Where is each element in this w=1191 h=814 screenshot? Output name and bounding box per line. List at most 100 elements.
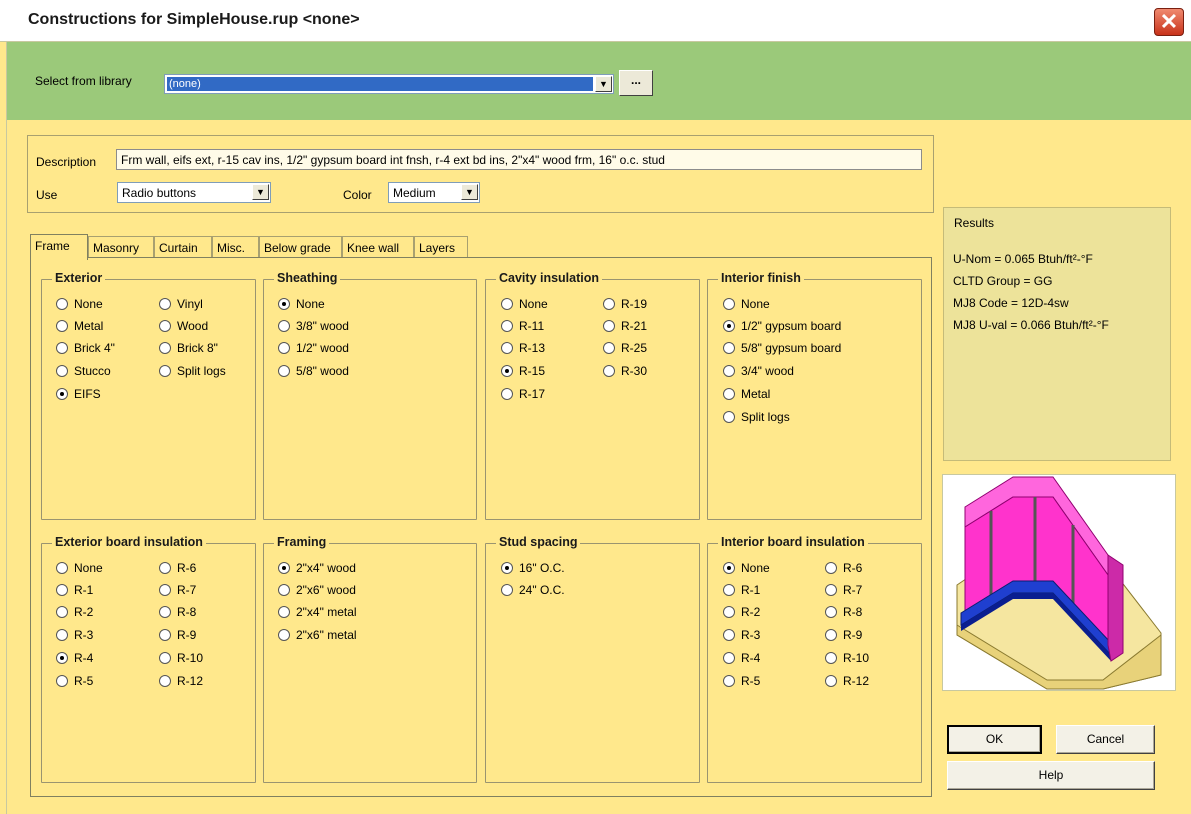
tab-frame[interactable]: Frame	[30, 234, 88, 260]
radio-extboard-r4[interactable]: R-4	[56, 650, 93, 666]
radio-exterior-wood[interactable]: Wood	[159, 318, 208, 334]
library-select[interactable]: (none) ▼	[164, 74, 614, 94]
radio-cavity-r30[interactable]: R-30	[603, 363, 647, 379]
radio-cavity-r11[interactable]: R-11	[501, 318, 544, 334]
group-title: Stud spacing	[496, 535, 581, 549]
radio-stud-24[interactable]: 24" O.C.	[501, 582, 565, 598]
radio-finish-none[interactable]: None	[723, 296, 770, 312]
radio-extboard-r5[interactable]: R-5	[56, 673, 93, 689]
radio-finish-metal[interactable]: Metal	[723, 386, 770, 402]
radio-framing-2x4-metal[interactable]: 2"x4" metal	[278, 604, 357, 620]
radio-exterior-brick8[interactable]: Brick 8"	[159, 340, 218, 356]
description-label: Description	[36, 155, 97, 169]
radio-intboard-r9[interactable]: R-9	[825, 627, 862, 643]
radio-intboard-r8[interactable]: R-8	[825, 604, 862, 620]
group-title: Exterior	[52, 271, 106, 285]
tab-below-grade[interactable]: Below grade	[259, 236, 342, 258]
radio-intboard-r7[interactable]: R-7	[825, 582, 862, 598]
radio-sheathing-58[interactable]: 5/8" wood	[278, 363, 349, 379]
group-interior-board-insulation: Interior board insulation None R-1 R-2 R…	[707, 535, 922, 783]
chevron-down-icon[interactable]: ▼	[461, 184, 478, 200]
radio-exterior-splitlogs[interactable]: Split logs	[159, 363, 226, 379]
close-icon[interactable]: ✕	[1154, 8, 1184, 36]
radio-checked-icon	[723, 320, 735, 332]
chevron-down-icon[interactable]: ▼	[252, 184, 269, 200]
tab-misc[interactable]: Misc.	[212, 236, 259, 258]
radio-checked-icon	[501, 562, 513, 574]
radio-intboard-r1[interactable]: R-1	[723, 582, 760, 598]
radio-intboard-r10[interactable]: R-10	[825, 650, 869, 666]
ok-button[interactable]: OK	[947, 725, 1042, 754]
radio-sheathing-38[interactable]: 3/8" wood	[278, 318, 349, 334]
tab-knee-wall[interactable]: Knee wall	[342, 236, 414, 258]
radio-cavity-r25[interactable]: R-25	[603, 340, 647, 356]
radio-extboard-r8[interactable]: R-8	[159, 604, 196, 620]
tab-masonry[interactable]: Masonry	[88, 236, 154, 258]
radio-icon	[278, 342, 290, 354]
radio-finish-splitlogs[interactable]: Split logs	[723, 409, 790, 425]
radio-icon	[56, 629, 68, 641]
radio-icon	[603, 320, 615, 332]
radio-exterior-brick4[interactable]: Brick 4"	[56, 340, 115, 356]
radio-extboard-r2[interactable]: R-2	[56, 604, 93, 620]
radio-exterior-none[interactable]: None	[56, 296, 103, 312]
radio-stud-16[interactable]: 16" O.C.	[501, 560, 565, 576]
radio-finish-gyp12[interactable]: 1/2" gypsum board	[723, 318, 841, 334]
radio-framing-2x6-metal[interactable]: 2"x6" metal	[278, 627, 357, 643]
radio-sheathing-12[interactable]: 1/2" wood	[278, 340, 349, 356]
radio-extboard-r10[interactable]: R-10	[159, 650, 203, 666]
radio-extboard-r9[interactable]: R-9	[159, 627, 196, 643]
radio-extboard-r12[interactable]: R-12	[159, 673, 203, 689]
radio-icon	[723, 388, 735, 400]
cancel-button[interactable]: Cancel	[1056, 725, 1155, 754]
help-button[interactable]: Help	[947, 761, 1155, 790]
radio-icon	[501, 388, 513, 400]
radio-icon	[159, 562, 171, 574]
radio-exterior-metal[interactable]: Metal	[56, 318, 103, 334]
radio-exterior-eifs[interactable]: EIFS	[56, 386, 101, 402]
radio-icon	[56, 584, 68, 596]
chevron-down-icon[interactable]: ▼	[595, 76, 612, 92]
tab-curtain[interactable]: Curtain	[154, 236, 212, 258]
group-stud-spacing: Stud spacing 16" O.C. 24" O.C.	[485, 535, 700, 783]
radio-icon	[723, 411, 735, 423]
radio-icon	[159, 629, 171, 641]
radio-intboard-r6[interactable]: R-6	[825, 560, 862, 576]
radio-intboard-r12[interactable]: R-12	[825, 673, 869, 689]
radio-finish-gyp58[interactable]: 5/8" gypsum board	[723, 340, 841, 356]
description-field[interactable]: Frm wall, eifs ext, r-15 cav ins, 1/2" g…	[116, 149, 922, 170]
use-select[interactable]: Radio buttons ▼	[117, 182, 271, 203]
radio-checked-icon	[723, 562, 735, 574]
radio-exterior-vinyl[interactable]: Vinyl	[159, 296, 203, 312]
color-label: Color	[343, 188, 372, 202]
radio-cavity-r13[interactable]: R-13	[501, 340, 545, 356]
radio-intboard-r4[interactable]: R-4	[723, 650, 760, 666]
radio-sheathing-none[interactable]: None	[278, 296, 325, 312]
radio-intboard-r5[interactable]: R-5	[723, 673, 760, 689]
radio-cavity-none[interactable]: None	[501, 296, 548, 312]
radio-intboard-none[interactable]: None	[723, 560, 770, 576]
radio-extboard-none[interactable]: None	[56, 560, 103, 576]
radio-extboard-r1[interactable]: R-1	[56, 582, 93, 598]
radio-icon	[159, 584, 171, 596]
radio-framing-2x6-wood[interactable]: 2"x6" wood	[278, 582, 356, 598]
radio-cavity-r19[interactable]: R-19	[603, 296, 647, 312]
radio-cavity-r21[interactable]: R-21	[603, 318, 647, 334]
radio-exterior-stucco[interactable]: Stucco	[56, 363, 111, 379]
radio-cavity-r15[interactable]: R-15	[501, 363, 545, 379]
radio-cavity-r17[interactable]: R-17	[501, 386, 545, 402]
tab-layers[interactable]: Layers	[414, 236, 468, 258]
radio-icon	[159, 675, 171, 687]
radio-finish-wood34[interactable]: 3/4" wood	[723, 363, 794, 379]
radio-extboard-r6[interactable]: R-6	[159, 560, 196, 576]
results-title: Results	[954, 216, 995, 230]
library-browse-button[interactable]: ...	[619, 70, 653, 96]
color-select[interactable]: Medium ▼	[388, 182, 480, 203]
radio-extboard-r3[interactable]: R-3	[56, 627, 93, 643]
radio-checked-icon	[501, 365, 513, 377]
group-title: Interior board insulation	[718, 535, 868, 549]
radio-extboard-r7[interactable]: R-7	[159, 582, 196, 598]
radio-intboard-r2[interactable]: R-2	[723, 604, 760, 620]
radio-intboard-r3[interactable]: R-3	[723, 627, 760, 643]
radio-framing-2x4-wood[interactable]: 2"x4" wood	[278, 560, 356, 576]
